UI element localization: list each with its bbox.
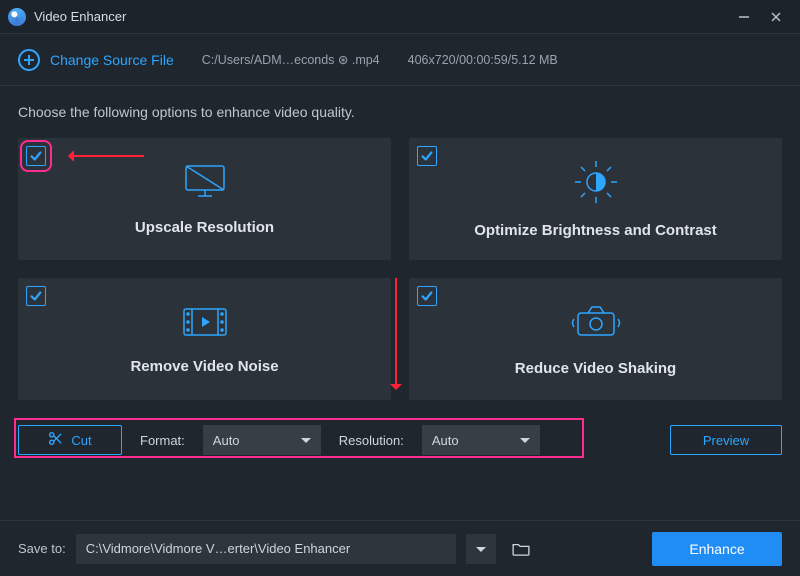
app-icon	[8, 8, 26, 26]
preview-button[interactable]: Preview	[670, 425, 782, 455]
scissors-icon	[48, 431, 63, 449]
save-path-value: C:\Vidmore\Vidmore V…erter\Video Enhance…	[86, 541, 350, 556]
chevron-down-icon	[301, 438, 311, 448]
save-path-dropdown[interactable]	[466, 534, 496, 564]
resolution-label: Resolution:	[339, 433, 404, 448]
window-title: Video Enhancer	[34, 9, 126, 24]
resolution-select[interactable]: Auto	[422, 425, 540, 455]
source-file-meta: 406x720/00:00:59/5.12 MB	[408, 53, 558, 67]
enhance-button[interactable]: Enhance	[652, 532, 782, 566]
card-checkbox[interactable]	[26, 146, 46, 166]
chevron-down-icon	[476, 547, 486, 557]
card-checkbox[interactable]	[26, 286, 46, 306]
main-content: Choose the following options to enhance …	[0, 86, 800, 520]
window-minimize-button[interactable]	[728, 0, 760, 34]
source-file-path: C:/Users/ADM…econds ⊛ .mp4	[202, 52, 380, 67]
controls-row: Cut Format: Auto Resolution: Auto Previe…	[18, 422, 782, 458]
cut-button[interactable]: Cut	[18, 425, 122, 455]
card-label: Optimize Brightness and Contrast	[474, 222, 717, 239]
monitor-up-icon	[182, 162, 228, 205]
card-checkbox[interactable]	[417, 286, 437, 306]
instruction-text: Choose the following options to enhance …	[18, 104, 782, 120]
card-label: Reduce Video Shaking	[515, 360, 676, 377]
change-source-button[interactable]: Change Source File	[18, 49, 174, 71]
footer: Save to: C:\Vidmore\Vidmore V…erter\Vide…	[0, 520, 800, 576]
change-source-label: Change Source File	[50, 52, 174, 68]
film-noise-icon	[180, 303, 230, 344]
enhancement-cards: Upscale Resolution	[18, 138, 782, 400]
save-to-label: Save to:	[18, 541, 66, 556]
chevron-down-icon	[520, 438, 530, 448]
card-label: Remove Video Noise	[130, 358, 278, 375]
format-value: Auto	[213, 433, 240, 448]
save-path-field[interactable]: C:\Vidmore\Vidmore V…erter\Video Enhance…	[76, 534, 456, 564]
cut-label: Cut	[71, 433, 91, 448]
card-reduce-shaking[interactable]: Reduce Video Shaking	[409, 278, 782, 400]
plus-circle-icon	[18, 49, 40, 71]
card-label: Upscale Resolution	[135, 219, 274, 236]
titlebar: Video Enhancer	[0, 0, 800, 34]
source-row: Change Source File C:/Users/ADM…econds ⊛…	[0, 34, 800, 86]
open-folder-button[interactable]	[506, 534, 536, 564]
card-brightness-contrast[interactable]: Optimize Brightness and Contrast	[409, 138, 782, 260]
camera-shake-icon	[570, 301, 622, 346]
window-close-button[interactable]	[760, 0, 792, 34]
format-select[interactable]: Auto	[203, 425, 321, 455]
enhance-label: Enhance	[689, 541, 744, 557]
annotation-arrow-icon	[62, 154, 144, 158]
resolution-value: Auto	[432, 433, 459, 448]
brightness-icon	[573, 159, 619, 208]
folder-icon	[512, 542, 530, 556]
card-checkbox[interactable]	[417, 146, 437, 166]
card-remove-noise[interactable]: Remove Video Noise	[18, 278, 391, 400]
card-upscale-resolution[interactable]: Upscale Resolution	[18, 138, 391, 260]
preview-label: Preview	[703, 433, 749, 448]
format-label: Format:	[140, 433, 185, 448]
